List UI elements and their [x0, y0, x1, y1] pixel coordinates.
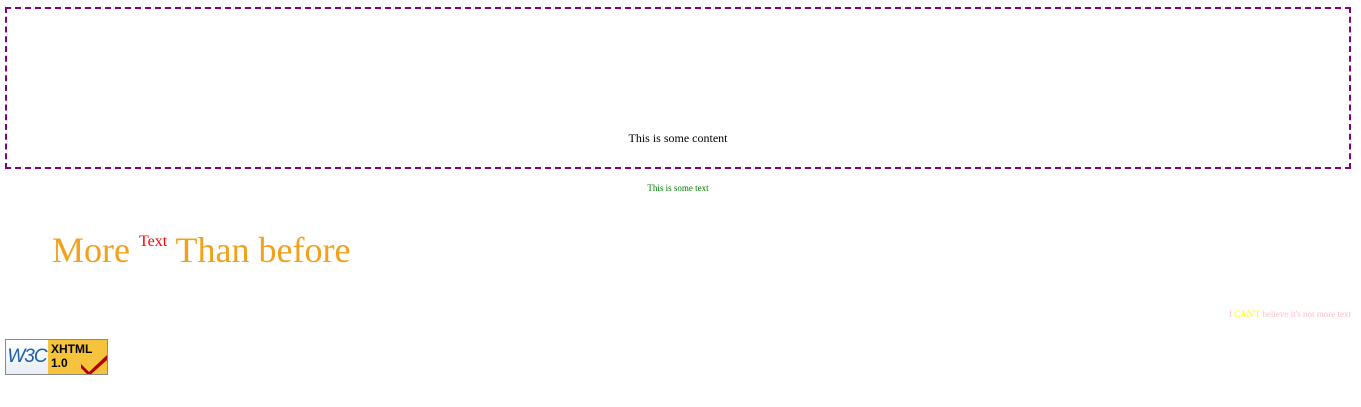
content-text: This is some content: [628, 131, 728, 145]
big-text-part1: More: [52, 230, 130, 270]
tiny-text-line: I CAN'T believe it's not more text: [1229, 309, 1351, 319]
big-heading-line: More Text Than before: [52, 226, 350, 282]
tiny-text-emphasis: CAN'T: [1234, 309, 1261, 319]
checkmark-icon: [81, 355, 107, 374]
superscript-text: Text: [138, 233, 168, 250]
w3c-xhtml-valid-badge[interactable]: W3C XHTML 1.0: [5, 339, 108, 375]
xhtml-version-panel: XHTML 1.0: [48, 340, 107, 374]
green-text: This is some text: [647, 183, 709, 193]
w3c-logo: W3C: [6, 340, 48, 374]
tiny-text-part1: I: [1228, 309, 1232, 319]
tiny-text-part2: believe it's not more text: [1262, 309, 1351, 319]
badge-line2: 1.0: [51, 356, 68, 370]
content-box: This is some content: [5, 7, 1351, 169]
big-text-part2: Than before: [175, 230, 351, 270]
